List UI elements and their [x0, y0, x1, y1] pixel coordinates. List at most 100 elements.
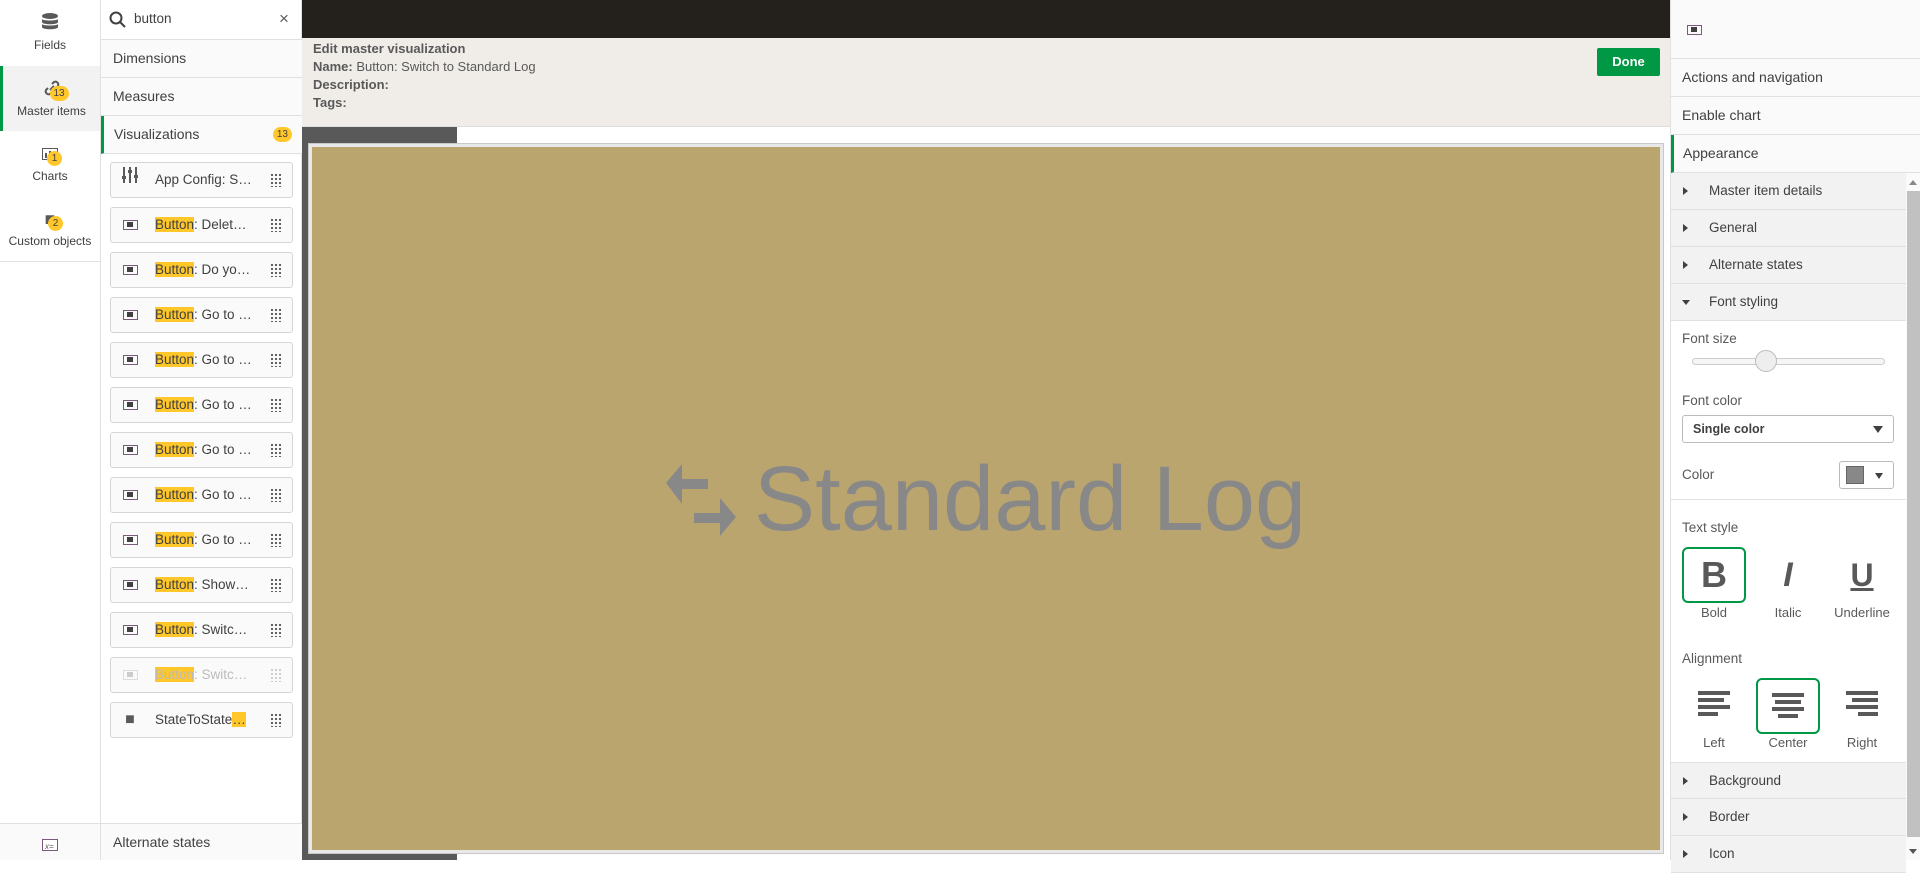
section-background[interactable]: Background [1671, 762, 1906, 799]
section-visualizations[interactable]: Visualizations 13 [101, 116, 302, 154]
drag-handle-icon[interactable] [270, 173, 282, 187]
custom-objects-badge: 2 [48, 216, 63, 231]
button-icon [121, 208, 139, 242]
list-item[interactable]: Button: Go to … [110, 297, 293, 333]
align-right-button[interactable] [1830, 678, 1894, 734]
bold-label: Bold [1700, 605, 1728, 620]
tab-enable-chart[interactable]: Enable chart [1671, 97, 1920, 135]
section-border[interactable]: Border [1671, 799, 1906, 836]
item-label: Button: Go to … [155, 397, 252, 412]
italic-label: Italic [1774, 605, 1802, 620]
drag-handle-icon[interactable] [270, 713, 282, 727]
done-button[interactable]: Done [1597, 48, 1660, 76]
font-color-dropdown[interactable]: Single color [1682, 415, 1894, 443]
drag-handle-icon[interactable] [270, 308, 282, 322]
item-label: App Config: S… [155, 172, 252, 187]
drag-handle-icon[interactable] [270, 353, 282, 367]
list-item[interactable]: App Config: S… [110, 162, 293, 198]
list-item[interactable]: Button: Show… [110, 567, 293, 603]
section-master-item-details[interactable]: Master item details [1671, 173, 1906, 210]
button-icon [121, 568, 139, 602]
section-general[interactable]: General [1671, 210, 1906, 247]
scroll-down-icon[interactable] [1909, 849, 1917, 854]
list-item[interactable]: ■ StateToState… [110, 702, 293, 738]
nav-master-items[interactable]: 13 Master items [0, 66, 100, 131]
drag-handle-icon[interactable] [270, 443, 282, 457]
drag-handle-icon[interactable] [270, 263, 282, 277]
nav-fields[interactable]: Fields [0, 0, 100, 65]
list-item[interactable]: Button: Go to … [110, 387, 293, 423]
list-item[interactable]: Button: Go to … [110, 477, 293, 513]
name-value: Button: Switch to Standard Log [356, 59, 536, 74]
puzzle-icon: ■ [125, 711, 135, 728]
list-item[interactable]: Button: Switc… [110, 657, 293, 693]
nav-label: Charts [32, 169, 68, 183]
section-label: Visualizations [114, 126, 200, 142]
drag-handle-icon[interactable] [270, 488, 282, 502]
sliders-icon [121, 163, 139, 197]
list-item[interactable]: Button: Do yo… [110, 252, 293, 288]
nav-charts[interactable]: 1 Charts [0, 131, 100, 196]
drag-handle-icon[interactable] [270, 218, 282, 232]
underline-button[interactable]: U [1830, 547, 1894, 603]
item-label: Button: Go to … [155, 532, 252, 547]
search-box[interactable]: button × [101, 0, 302, 40]
tab-actions-navigation[interactable]: Actions and navigation [1671, 59, 1920, 97]
list-item[interactable]: Button: Delet… [110, 207, 293, 243]
nav-custom-objects[interactable]: ■ 2 Custom objects [0, 196, 100, 261]
scrollbar[interactable] [1906, 173, 1920, 860]
list-item[interactable]: Button: Go to … [110, 522, 293, 558]
scrollbar-thumb[interactable] [1907, 191, 1920, 837]
description-label: Description: [313, 77, 389, 92]
underline-icon: U [1850, 557, 1874, 593]
list-item[interactable]: Button: Switc… [110, 612, 293, 648]
bold-button[interactable]: B [1682, 547, 1746, 603]
button-label: Standard Log [753, 448, 1307, 550]
align-right-icon [1846, 691, 1878, 717]
master-items-badge: 13 [49, 86, 69, 101]
chevron-down-icon [1875, 473, 1883, 479]
variables-button[interactable]: x= [0, 823, 100, 860]
font-size-slider[interactable] [1692, 350, 1885, 372]
charts-badge: 1 [47, 151, 62, 166]
alternate-states-footer[interactable]: Alternate states [101, 823, 302, 860]
drag-handle-icon[interactable] [270, 623, 282, 637]
align-center-button[interactable] [1756, 678, 1820, 734]
search-input[interactable]: button [134, 11, 172, 26]
button-icon [121, 523, 139, 557]
nav-label: Master items [17, 104, 86, 118]
underline-label: Underline [1834, 605, 1890, 620]
search-highlight: Button [155, 622, 195, 637]
item-label: Button: Do yo… [155, 262, 251, 277]
visualizations-badge: 13 [272, 127, 292, 142]
tab-appearance[interactable]: Appearance [1671, 135, 1920, 173]
section-icon[interactable]: Icon [1671, 836, 1906, 873]
variables-icon: x= [42, 839, 58, 851]
section-measures[interactable]: Measures [101, 78, 302, 116]
italic-button[interactable]: I [1756, 547, 1820, 603]
list-item[interactable]: Button: Go to … [110, 342, 293, 378]
drag-handle-icon[interactable] [270, 533, 282, 547]
italic-icon: I [1783, 556, 1793, 594]
clear-search-icon[interactable]: × [279, 9, 289, 29]
list-item[interactable]: Button: Go to … [110, 432, 293, 468]
align-left-button[interactable] [1682, 678, 1746, 734]
item-label: Button: Go to … [155, 307, 252, 322]
link-icon: 13 [40, 78, 69, 101]
drag-handle-icon[interactable] [270, 668, 282, 682]
scroll-up-icon[interactable] [1909, 180, 1917, 185]
edit-header: Edit master visualization Name: Button: … [302, 38, 1670, 127]
slider-thumb[interactable] [1755, 350, 1778, 372]
drag-handle-icon[interactable] [270, 578, 282, 592]
button-icon [121, 658, 139, 692]
section-dimensions[interactable]: Dimensions [101, 40, 302, 78]
search-highlight: Button [155, 532, 195, 547]
section-alternate-states[interactable]: Alternate states [1671, 247, 1906, 284]
section-font-styling[interactable]: Font styling [1671, 284, 1906, 321]
button-preview[interactable]: Standard Log [308, 143, 1664, 854]
search-highlight: Button [155, 217, 195, 232]
name-line: Name: Button: Switch to Standard Log [313, 59, 536, 74]
drag-handle-icon[interactable] [270, 398, 282, 412]
search-highlight: Button [155, 307, 195, 322]
color-picker-button[interactable] [1839, 461, 1894, 489]
